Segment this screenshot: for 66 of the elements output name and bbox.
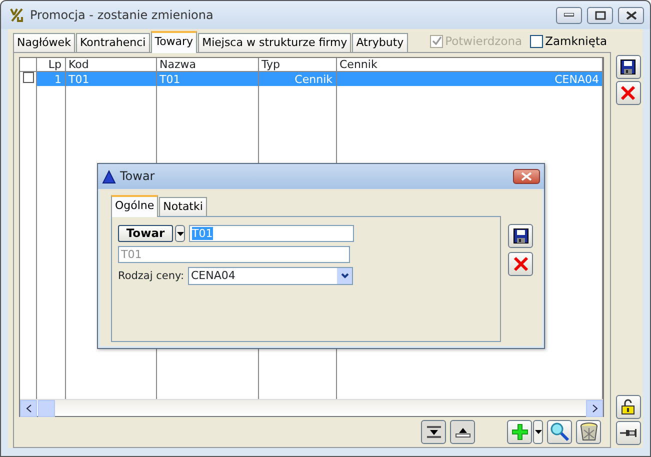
- wastebasket-icon: [578, 422, 598, 442]
- chevron-left-icon: [26, 404, 32, 413]
- column-header: Cennik: [336, 58, 602, 72]
- move-down-button[interactable]: [421, 420, 446, 444]
- pin-button[interactable]: [616, 421, 640, 445]
- triangle-icon: [102, 170, 116, 184]
- tab[interactable]: Ogólne: [111, 195, 158, 217]
- dropdown-button[interactable]: [175, 225, 185, 242]
- app-icon: [9, 7, 25, 23]
- price-type-dropdown[interactable]: CENA04: [188, 267, 353, 285]
- close-icon: [521, 172, 532, 181]
- plus-icon: [510, 423, 528, 441]
- minimize-button[interactable]: [556, 6, 582, 24]
- maximize-icon: [594, 10, 606, 20]
- row-checkbox[interactable]: [23, 72, 34, 84]
- scroll-left-button[interactable]: [20, 400, 37, 417]
- maximize-button[interactable]: [587, 6, 613, 24]
- scrollbar-thumb[interactable]: [38, 400, 55, 417]
- caret-icon: [176, 232, 184, 236]
- chevron-right-icon: [592, 404, 598, 413]
- tab[interactable]: Atrybuty: [352, 33, 408, 52]
- padlock-icon: [621, 399, 635, 415]
- table-cell: 1: [54, 72, 62, 86]
- search-button[interactable]: [547, 420, 572, 444]
- add-button[interactable]: [507, 420, 532, 444]
- tab[interactable]: Notatki: [159, 197, 207, 216]
- dropdown-button[interactable]: [533, 420, 543, 444]
- tab[interactable]: Nagłówek: [13, 33, 75, 52]
- table-cell: CENA04: [554, 72, 599, 86]
- item-button[interactable]: Towar: [118, 225, 173, 242]
- close-button[interactable]: [513, 169, 540, 184]
- checkbox-label: Potwierdzona: [445, 34, 522, 48]
- tab[interactable]: Towary: [150, 31, 198, 53]
- table-cell: T01: [160, 72, 180, 86]
- column-header: Lp: [36, 58, 65, 72]
- cancel-button[interactable]: [616, 81, 640, 105]
- search-icon: [550, 422, 570, 442]
- move-up-button[interactable]: [450, 420, 475, 444]
- window-title: Promocja - zostanie zmieniona: [30, 8, 214, 22]
- close-icon: [620, 85, 636, 101]
- close-button[interactable]: [618, 6, 644, 24]
- caret-icon: [534, 430, 542, 434]
- column-header: Nazwa: [156, 58, 258, 72]
- cancel-button[interactable]: [508, 252, 533, 276]
- close-icon: [512, 256, 528, 272]
- checkbox-label: Zamknięta: [545, 34, 607, 48]
- dropdown-arrow-button[interactable]: [337, 268, 352, 284]
- tab[interactable]: Kontrahenci: [76, 33, 150, 52]
- save-button[interactable]: [616, 55, 640, 79]
- move-down-icon: [426, 425, 442, 439]
- column-header: Typ: [258, 58, 336, 72]
- save-button[interactable]: [508, 224, 533, 248]
- lock-button[interactable]: [616, 395, 640, 419]
- dialog-title: Towar: [120, 169, 156, 184]
- column-header: Kod: [65, 58, 156, 72]
- checkbox[interactable]: [530, 34, 544, 48]
- table-cell: Cennik: [294, 72, 332, 86]
- tab[interactable]: Miejsca w strukturze firmy: [198, 33, 352, 52]
- close-icon: [626, 10, 636, 20]
- minimize-icon: [564, 13, 574, 17]
- trash-button[interactable]: [576, 420, 601, 444]
- chevron-down-icon: [340, 273, 348, 279]
- pushpin-icon: [619, 427, 637, 439]
- scroll-right-button[interactable]: [586, 400, 603, 417]
- field-label: Rodzaj ceny:: [118, 270, 185, 282]
- table-cell: T01: [68, 72, 90, 86]
